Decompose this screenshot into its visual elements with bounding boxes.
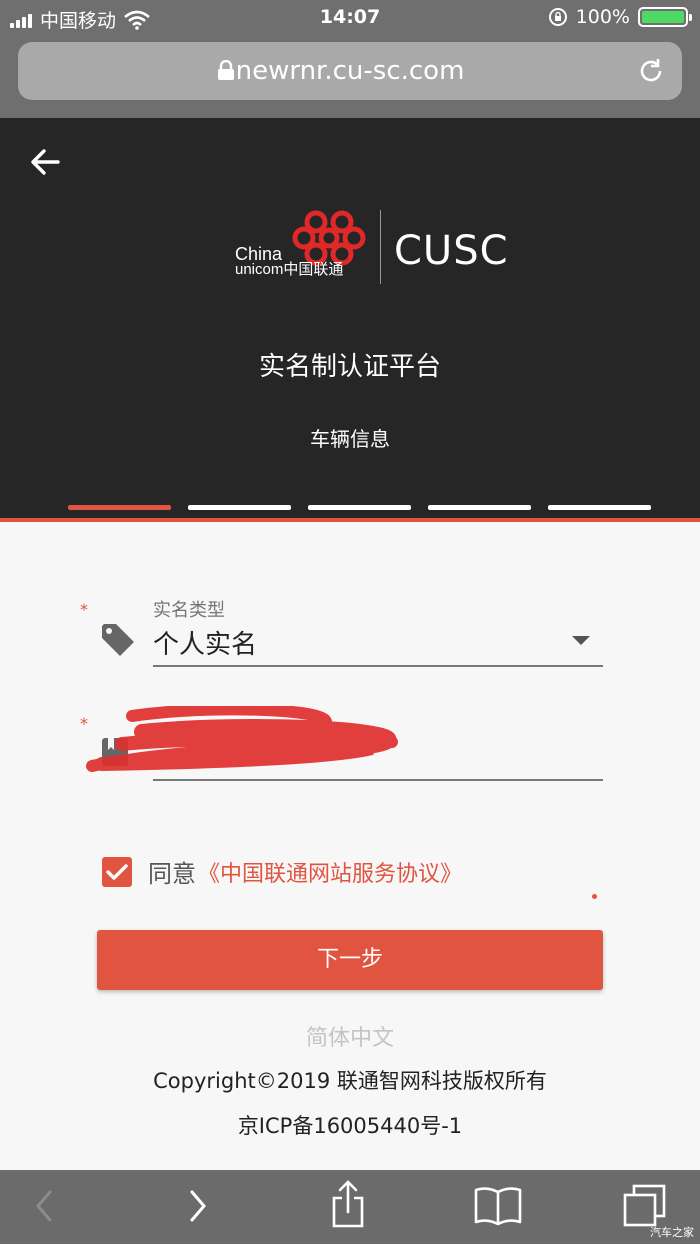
browser-toolbar: 汽车之家 — [0, 1170, 700, 1244]
agreement-row: 同意 《中国联通网站服务协议》 — [102, 854, 462, 889]
china-unicom-logo: China unicom中国联通 CUSC — [230, 208, 510, 288]
required-mark: * — [80, 600, 88, 619]
agreement-link[interactable]: 《中国联通网站服务协议》 — [198, 856, 462, 888]
address-bar[interactable]: newrnr.cu-sc.com — [18, 42, 682, 100]
step-title: 车辆信息 — [310, 427, 390, 451]
step-bar-2 — [188, 505, 291, 510]
step-progress — [68, 505, 651, 510]
logo-china-text: China — [235, 244, 283, 264]
agree-text: 同意 — [148, 860, 196, 888]
id-number-underline — [153, 779, 603, 781]
decorative-dot — [592, 894, 597, 899]
cusc-logo-text: CUSC — [394, 228, 509, 274]
language-switch[interactable]: 简体中文 — [0, 1020, 700, 1052]
icp-license: 京ICP备16005440号-1 — [237, 1114, 463, 1138]
copyright-text: Copyright©2019 联通智网科技版权所有 — [153, 1069, 547, 1093]
agree-checkbox[interactable] — [102, 856, 132, 887]
realname-type-underline — [153, 665, 603, 667]
logo-unicom-text: unicom中国联通 — [235, 261, 344, 278]
battery-percent: 100% — [575, 6, 630, 28]
tag-icon — [102, 624, 134, 656]
status-bar: 中国移动 14:07 100% — [0, 0, 700, 36]
bookmarks-icon[interactable] — [474, 1186, 522, 1226]
realname-type-value[interactable]: 个人实名 — [153, 624, 257, 661]
browser-chrome: 中国移动 14:07 100% newrnr.cu-sc.com — [0, 0, 700, 118]
checkmark-icon — [106, 863, 128, 880]
back-arrow-icon[interactable] — [28, 144, 64, 180]
header: China unicom中国联通 CUSC 实名制认证平台 车辆信息 — [0, 118, 700, 520]
step-bar-1 — [68, 505, 171, 510]
header-accent-line — [0, 518, 700, 522]
redaction-scribble — [86, 706, 398, 772]
realname-type-select[interactable]: * 实名类型 个人实名 — [0, 596, 700, 672]
url-text[interactable]: newrnr.cu-sc.com — [18, 56, 682, 86]
realname-type-label: 实名类型 — [153, 600, 225, 621]
share-icon[interactable] — [330, 1180, 366, 1228]
logo-divider — [380, 210, 381, 284]
chevron-down-icon[interactable] — [572, 636, 590, 645]
battery-icon — [638, 7, 692, 27]
forward-icon[interactable] — [186, 1186, 210, 1226]
page-title: 实名制认证平台 — [258, 352, 441, 382]
step-bar-5 — [548, 505, 651, 510]
watermark: 汽车之家 — [650, 1226, 694, 1239]
tabs-icon[interactable] — [622, 1184, 668, 1228]
back-icon[interactable] — [32, 1186, 56, 1226]
step-bar-4 — [428, 505, 531, 510]
reload-icon[interactable] — [636, 56, 666, 86]
rotation-lock-icon — [548, 8, 567, 26]
step-bar-3 — [308, 505, 411, 510]
next-step-button[interactable]: 下一步 — [97, 930, 603, 990]
